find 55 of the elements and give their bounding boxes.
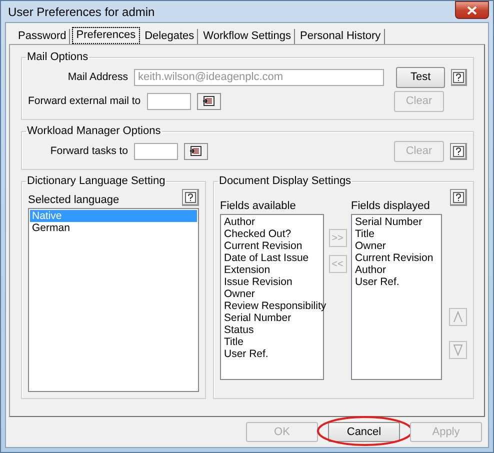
address-book-icon [202, 96, 215, 106]
tab[interactable]: Personal History [296, 29, 385, 44]
list-item[interactable]: German [30, 222, 197, 234]
forward-mail-field[interactable] [146, 92, 191, 110]
tab[interactable]: Delegates [142, 29, 198, 44]
help-button[interactable] [450, 68, 467, 86]
address-picker-button[interactable] [184, 142, 208, 160]
list-label: Selected language [28, 194, 120, 206]
list-item[interactable]: Current Revision [353, 252, 440, 264]
help-icon [453, 146, 464, 156]
list-box[interactable]: Author Checked Out? Current Revision Date of Last Issue Extension Issue Revision Owner Review Responsibility Serial Number Status Title User Ref. [220, 214, 324, 380]
close-button[interactable] [455, 1, 489, 19]
group-title: Mail Options [26, 51, 90, 63]
address-picker-button[interactable] [196, 92, 221, 110]
help-icon [453, 192, 464, 203]
field-label: Mail Address [66, 71, 128, 83]
list-item[interactable]: Issue Revision [222, 276, 322, 288]
list-item[interactable]: Extension [222, 264, 322, 276]
help-button[interactable] [450, 189, 467, 206]
close-icon [467, 6, 477, 14]
help-button[interactable] [182, 189, 199, 206]
down-triangle-icon [453, 344, 463, 356]
list-box[interactable]: Native German [28, 208, 199, 392]
tab[interactable]: Workflow Settings [200, 29, 295, 44]
field-label: Forward external mail to [28, 95, 141, 107]
tab[interactable]: Preferences [72, 27, 140, 44]
list-item[interactable]: Author [222, 216, 322, 228]
list-item[interactable]: Author [353, 264, 440, 276]
help-icon [453, 72, 464, 82]
window-title: User Preferences for admin [7, 4, 155, 18]
list-box[interactable]: Serial Number Title Owner Current Revision Author User Ref. [351, 214, 442, 380]
list-label: Fields displayed [351, 200, 431, 212]
forward-tasks-field[interactable] [134, 142, 178, 160]
list-item[interactable]: Status [222, 324, 322, 336]
list-item[interactable]: User Ref. [353, 276, 440, 288]
group-title: Dictionary Language Setting [26, 175, 166, 187]
group-title: Workload Manager Options [26, 125, 162, 137]
field-label: Forward tasks to [49, 145, 128, 157]
dialog-button[interactable]: Cancel [328, 422, 400, 442]
list-item[interactable]: Serial Number [353, 216, 440, 228]
list-item[interactable]: User Ref. [222, 348, 322, 360]
help-button[interactable] [450, 142, 467, 160]
list-item[interactable]: Current Revision [222, 240, 322, 252]
help-icon [185, 192, 196, 203]
list-item[interactable]: Date of Last Issue [222, 252, 322, 264]
tab[interactable]: Password [15, 29, 70, 44]
list-label: Fields available [220, 200, 297, 212]
list-item[interactable]: Title [222, 336, 322, 348]
list-item[interactable]: Owner [222, 288, 322, 300]
address-book-icon [190, 146, 202, 156]
list-item[interactable]: Owner [353, 240, 440, 252]
group-title: Document Display Settings [218, 175, 352, 187]
list-item[interactable]: Checked Out? [222, 228, 322, 240]
list-item[interactable]: Title [353, 228, 440, 240]
list-item[interactable]: Serial Number [222, 312, 322, 324]
